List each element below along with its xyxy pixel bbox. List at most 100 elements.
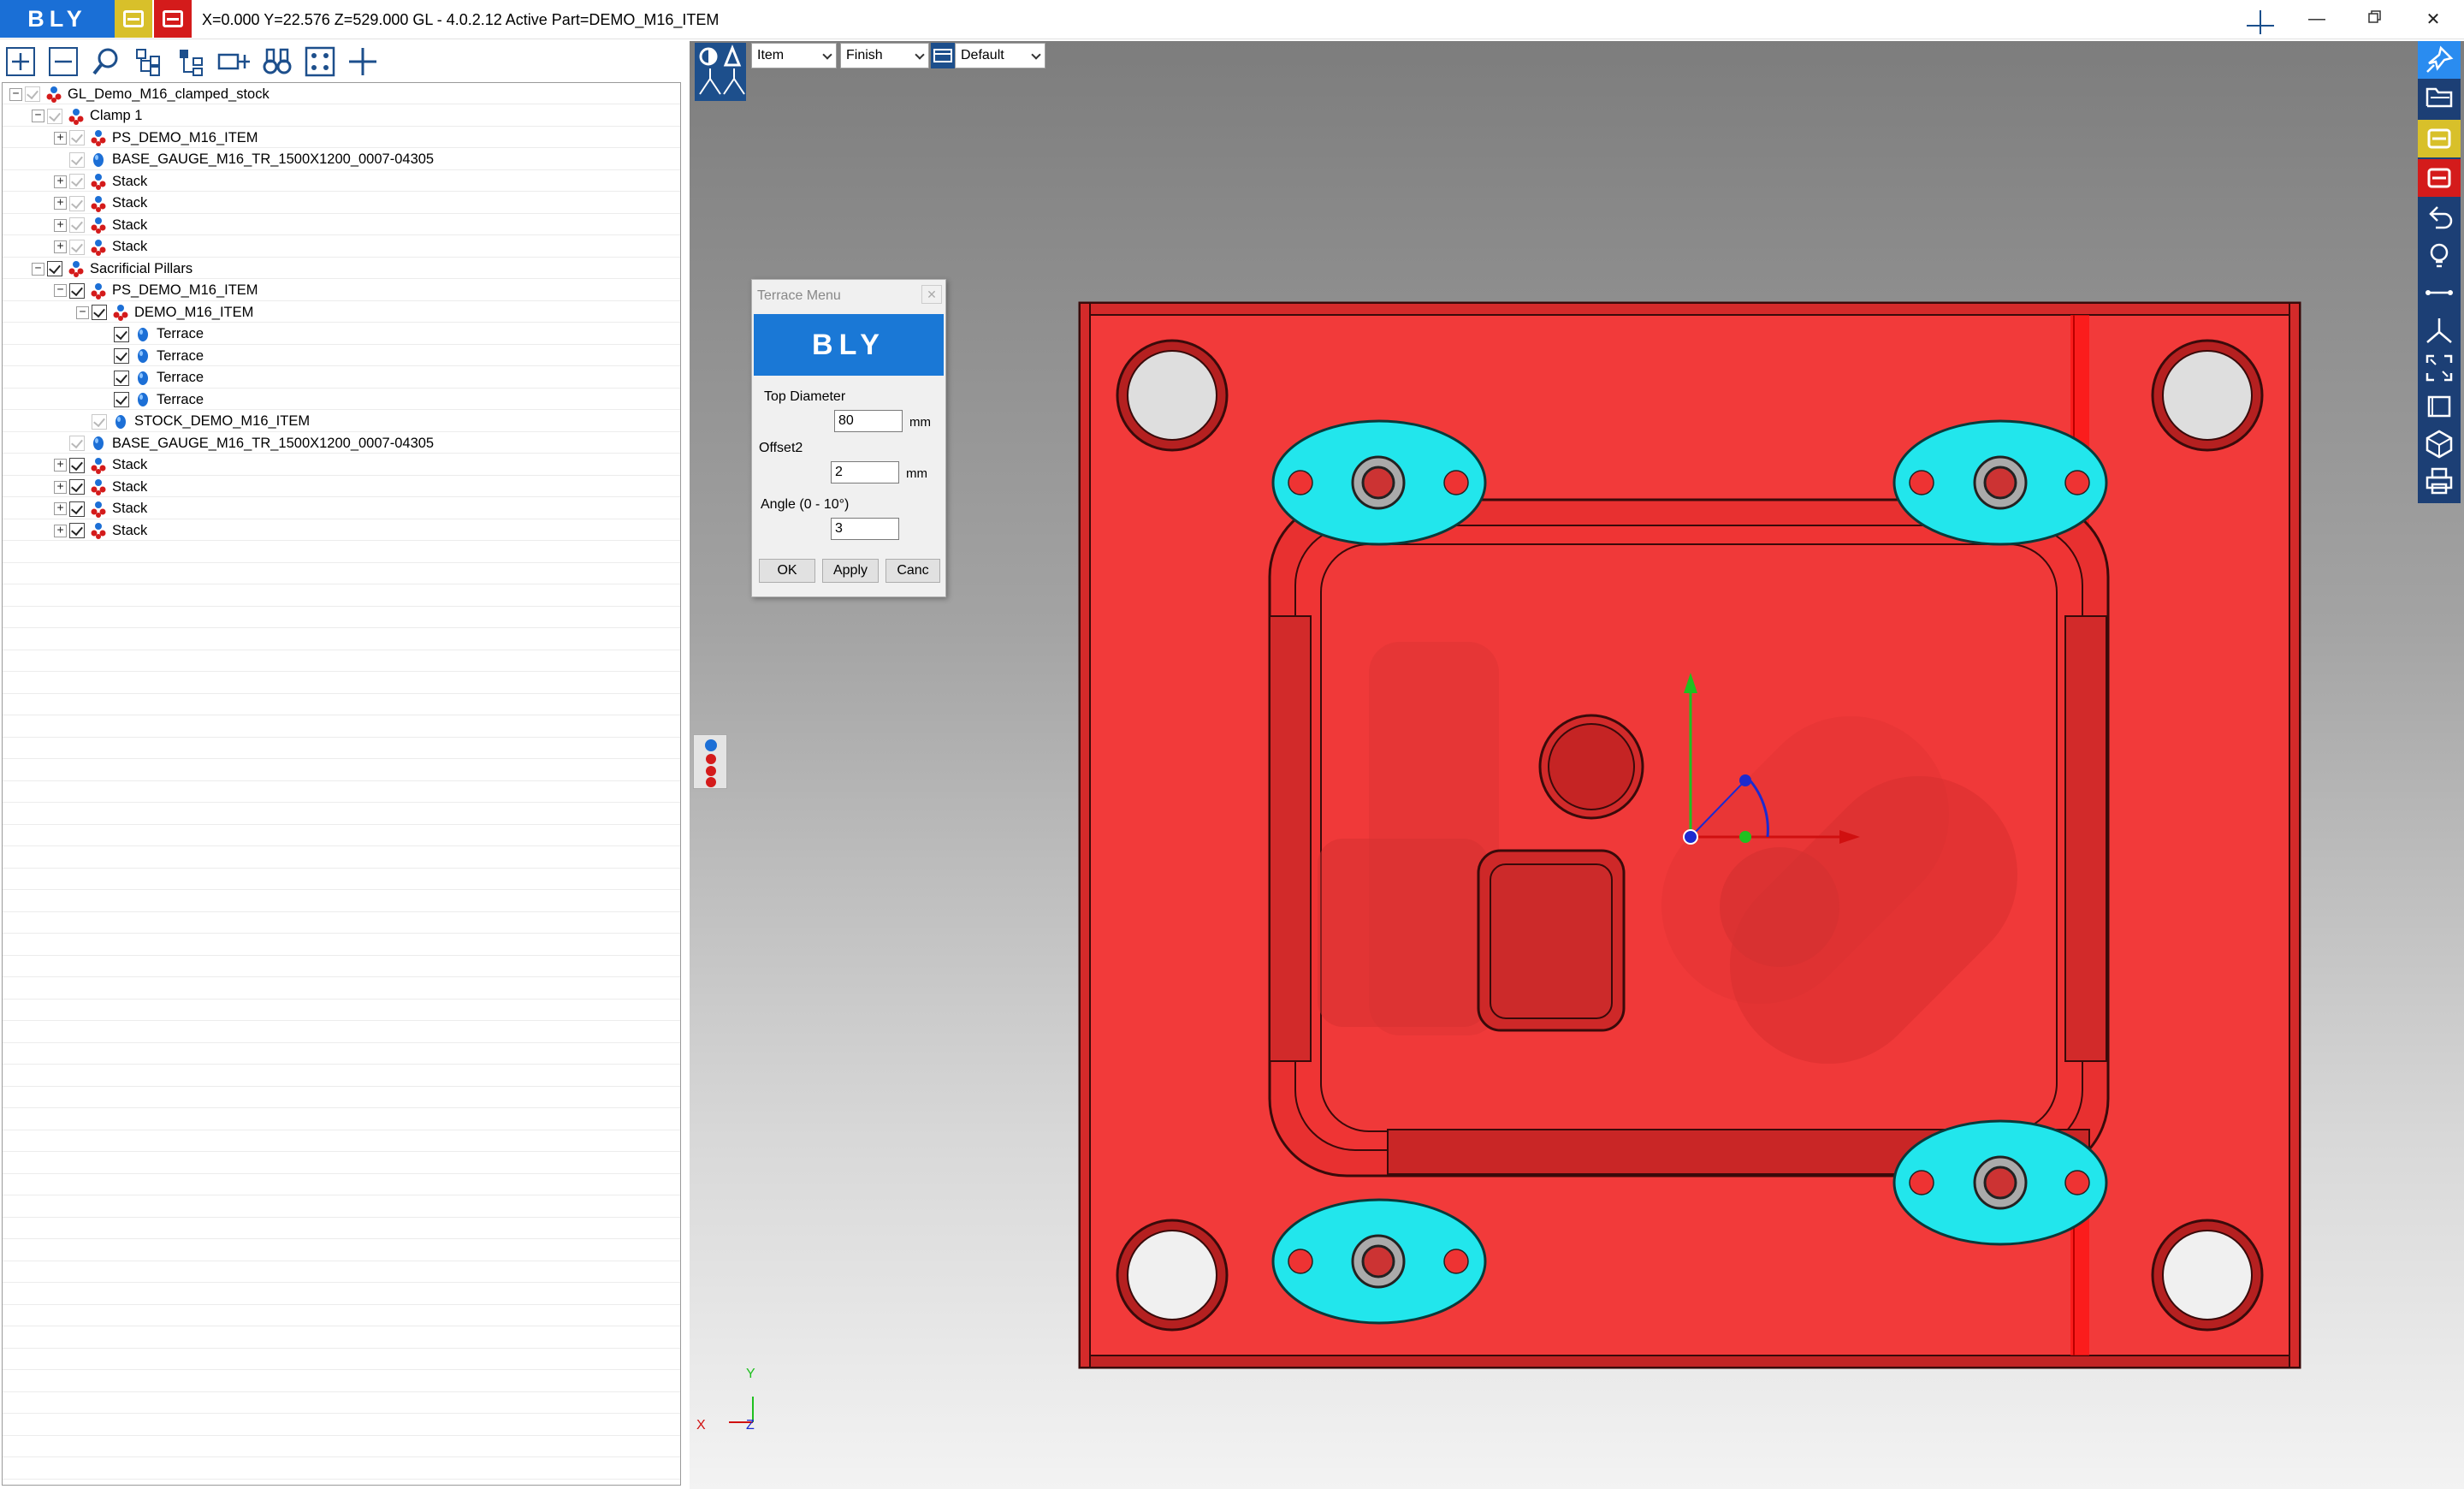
save-button[interactable]	[2418, 120, 2461, 157]
tree-checkbox[interactable]	[114, 370, 129, 386]
lightbulb-button[interactable]	[2418, 236, 2461, 274]
tree-item[interactable]: + Stack	[54, 238, 147, 257]
tree-checkbox[interactable]	[69, 151, 85, 168]
terrace-bottom-left[interactable]	[1271, 1198, 1487, 1325]
3d-view-button[interactable]	[2418, 424, 2461, 462]
collapse-icon[interactable]: −	[9, 87, 22, 101]
offset2-input[interactable]	[831, 461, 899, 483]
expand-icon[interactable]: +	[54, 218, 67, 232]
tree-item[interactable]: Terrace	[98, 347, 204, 365]
tree-item[interactable]: + Stack	[54, 500, 147, 519]
tree-row[interactable]: BASE_GAUGE_M16_TR_1500X1200_0007-04305	[3, 432, 680, 454]
tree-row[interactable]: + Stack	[3, 170, 680, 192]
restore-button[interactable]	[2348, 0, 2402, 38]
tree-item[interactable]: − GL_Demo_M16_clamped_stock	[9, 85, 270, 104]
dialog-close-button[interactable]: ✕	[921, 285, 942, 304]
print-button[interactable]	[2418, 462, 2461, 500]
ok-button[interactable]: OK	[759, 559, 815, 583]
tree-row[interactable]: − PS_DEMO_M16_ITEM	[3, 280, 680, 301]
tree-checkbox[interactable]	[69, 457, 85, 473]
tree-item[interactable]: + Stack	[54, 478, 147, 496]
tree-checkbox[interactable]	[25, 86, 40, 102]
expand-icon[interactable]: +	[54, 240, 67, 253]
tree-row[interactable]: + Stack	[3, 193, 680, 214]
pin-button[interactable]	[2418, 41, 2461, 79]
tree-checkbox[interactable]	[69, 282, 85, 299]
tree-row[interactable]: BASE_GAUGE_M16_TR_1500X1200_0007-04305	[3, 149, 680, 170]
tree-checkbox[interactable]	[69, 195, 85, 211]
tree-row[interactable]: + Stack	[3, 214, 680, 235]
tree-checkbox[interactable]	[47, 261, 62, 276]
tree-row[interactable]: + Stack	[3, 519, 680, 541]
tree-checkbox[interactable]	[69, 436, 85, 451]
fit-points-button[interactable]	[303, 44, 337, 79]
tree-row[interactable]: Terrace	[3, 367, 680, 389]
tree-item[interactable]: + Stack	[54, 194, 147, 213]
search-button[interactable]	[89, 44, 123, 79]
tree-row[interactable]: − GL_Demo_M16_clamped_stock	[3, 83, 680, 104]
tree-item[interactable]: Terrace	[98, 325, 204, 344]
expand-icon[interactable]: +	[54, 502, 67, 515]
tree-row[interactable]: + Stack	[3, 476, 680, 497]
quick-export-button[interactable]	[154, 0, 192, 38]
tree-item[interactable]: − DEMO_M16_ITEM	[76, 303, 253, 322]
tree-row[interactable]: STOCK_DEMO_M16_ITEM	[3, 411, 680, 432]
tree-item[interactable]: Terrace	[98, 369, 204, 388]
view-orientation-box[interactable]	[695, 43, 746, 101]
close-button[interactable]: ✕	[2406, 0, 2461, 38]
tree-item[interactable]: + Stack	[54, 521, 147, 540]
tree-checkbox[interactable]	[69, 523, 85, 538]
tree-item[interactable]: + Stack	[54, 456, 147, 475]
expand-icon[interactable]: +	[54, 131, 67, 145]
tree-item[interactable]: STOCK_DEMO_M16_ITEM	[76, 412, 310, 431]
tree-checkbox[interactable]	[69, 174, 85, 189]
measure-distance-button[interactable]	[2418, 274, 2461, 311]
collapse-icon[interactable]: −	[54, 284, 67, 297]
tree-item[interactable]: − Clamp 1	[32, 107, 142, 126]
binoculars-button[interactable]	[260, 44, 294, 79]
display-style-button[interactable]	[931, 43, 955, 68]
terrace-bottom-right[interactable]	[1892, 1119, 2108, 1246]
tree-item[interactable]: − PS_DEMO_M16_ITEM	[54, 282, 258, 300]
tree-checkbox[interactable]	[92, 305, 107, 320]
terrace-top-right[interactable]	[1892, 419, 2108, 546]
measure-button[interactable]	[217, 44, 252, 79]
cancel-button[interactable]: Canc	[886, 559, 940, 583]
finish-select[interactable]: Finish	[840, 43, 929, 68]
expand-icon[interactable]: +	[54, 480, 67, 494]
tree-checkbox[interactable]	[92, 413, 107, 430]
tree-row[interactable]: + PS_DEMO_M16_ITEM	[3, 127, 680, 148]
tree-checkbox[interactable]	[114, 392, 129, 407]
window-button[interactable]	[2418, 387, 2461, 424]
tree-item[interactable]: + PS_DEMO_M16_ITEM	[54, 128, 258, 147]
add-button[interactable]	[3, 44, 38, 79]
tree-checkbox[interactable]	[114, 326, 129, 342]
tree-collapse-button[interactable]	[175, 44, 209, 79]
quick-save-button[interactable]	[115, 0, 152, 38]
tree-item[interactable]: − Sacrificial Pillars	[32, 259, 192, 278]
tree-row[interactable]: + Stack	[3, 498, 680, 519]
collapse-icon[interactable]: −	[76, 306, 89, 319]
tree-checkbox[interactable]	[69, 130, 85, 145]
export-button[interactable]	[2418, 159, 2461, 197]
bly-logo[interactable]: BLY	[0, 0, 115, 38]
crosshair-button[interactable]	[346, 44, 380, 79]
remove-button[interactable]	[46, 44, 80, 79]
open-folder-button[interactable]	[2418, 79, 2461, 116]
tree-checkbox[interactable]	[69, 239, 85, 255]
minimize-button[interactable]: —	[2289, 0, 2344, 38]
expand-icon[interactable]: +	[54, 459, 67, 472]
tree-checkbox[interactable]	[69, 501, 85, 517]
tree-checkbox[interactable]	[47, 108, 62, 124]
tree-item[interactable]: BASE_GAUGE_M16_TR_1500X1200_0007-04305	[54, 434, 434, 453]
expand-icon[interactable]: +	[54, 524, 67, 537]
tree-row[interactable]: Terrace	[3, 389, 680, 410]
tree-item[interactable]: + Stack	[54, 216, 147, 234]
expand-icon[interactable]: +	[54, 197, 67, 210]
tree-row[interactable]: Terrace	[3, 345, 680, 366]
tree-checkbox[interactable]	[69, 217, 85, 233]
axis-triad-button[interactable]	[2418, 311, 2461, 349]
tree-checkbox[interactable]	[69, 479, 85, 495]
tree-row[interactable]: Terrace	[3, 323, 680, 345]
tree-item[interactable]: BASE_GAUGE_M16_TR_1500X1200_0007-04305	[54, 151, 434, 169]
